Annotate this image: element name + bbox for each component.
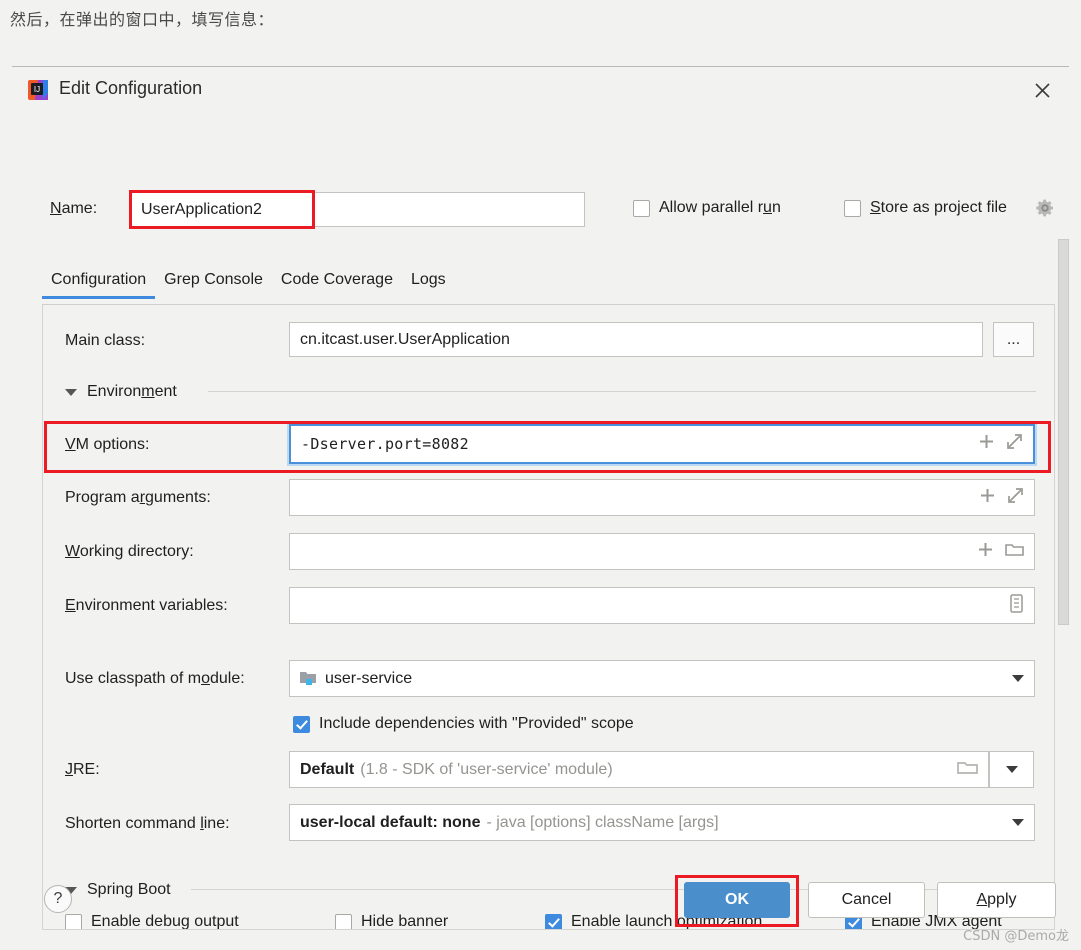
watermark: CSDN @Demo龙 — [963, 929, 1069, 944]
allow-parallel-run-label: Allow parallel run — [659, 199, 781, 216]
dialog-titlebar: IJ Edit Configuration — [12, 67, 1069, 113]
spring-boot-section-header[interactable]: Spring Boot — [65, 881, 171, 899]
jre-value-detail: (1.8 - SDK of 'user-service' module) — [360, 760, 613, 778]
working-directory-label: Working directory: — [65, 543, 194, 560]
shorten-command-line-label: Shorten command line: — [65, 815, 230, 832]
include-dependencies-label: Include dependencies with "Provided" sco… — [319, 715, 634, 732]
checkbox-box — [844, 199, 861, 217]
close-icon[interactable] — [1029, 77, 1055, 103]
shorten-command-line-value: user-local default: none — [300, 813, 481, 831]
environment-section-label: Environment — [87, 383, 177, 400]
tab-configuration[interactable]: Configuration — [42, 271, 156, 299]
chevron-down-icon — [65, 388, 77, 396]
dialog-tabs: Configuration Grep Console Code Coverage… — [42, 271, 1055, 305]
jre-icons — [957, 759, 978, 781]
panel-scrollbar-thumb[interactable] — [1058, 239, 1069, 625]
enable-debug-output-label: Enable debug output — [91, 913, 239, 930]
program-arguments-label: Program arguments: — [65, 489, 211, 506]
expand-icon[interactable] — [1007, 487, 1024, 509]
chevron-down-icon — [1005, 766, 1018, 773]
configuration-panel: Main class: cn.itcast.user.UserApplicati… — [42, 305, 1055, 930]
program-arguments-icons — [979, 487, 1024, 509]
environment-section-header[interactable]: Environment — [65, 383, 177, 401]
tab-code-coverage[interactable]: Code Coverage — [272, 271, 402, 298]
hide-banner-checkbox[interactable]: Hide banner — [335, 913, 449, 930]
expand-icon[interactable] — [1006, 433, 1023, 455]
instruction-caption: 然后，在弹出的窗口中，填写信息： — [10, 10, 275, 29]
vm-options-label: VM options: — [65, 436, 150, 453]
plus-icon[interactable] — [979, 487, 996, 509]
main-class-browse-button[interactable]: ... — [993, 322, 1034, 357]
name-label: Name: — [50, 200, 98, 217]
vm-options-input[interactable]: -Dserver.port=8082 — [289, 424, 1035, 464]
environment-variables-input[interactable] — [289, 587, 1035, 624]
spring-boot-section-label: Spring Boot — [87, 881, 171, 898]
use-classpath-value: user-service — [325, 669, 413, 687]
screenshot-root: 然后，在弹出的窗口中，填写信息： IJ Edit Configuration N… — [0, 0, 1081, 950]
edit-configuration-dialog: IJ Edit Configuration Name: UserApplicat… — [12, 66, 1070, 934]
folder-icon[interactable] — [957, 759, 978, 781]
shorten-command-line-detail: - java [options] className [args] — [486, 813, 719, 831]
enable-debug-output-checkbox[interactable]: Enable debug output — [65, 913, 239, 930]
dialog-title: Edit Configuration — [59, 78, 203, 98]
shorten-command-line-combobox[interactable]: user-local default: none - java [options… — [289, 804, 1035, 841]
name-input[interactable]: UserApplication2 — [130, 192, 585, 227]
store-as-project-file-label: Store as project file — [870, 199, 1007, 216]
hide-banner-label: Hide banner — [361, 913, 449, 930]
help-button[interactable]: ? — [44, 885, 72, 913]
main-class-label: Main class: — [65, 332, 146, 349]
program-arguments-input[interactable] — [289, 479, 1035, 516]
list-editor-icon[interactable] — [1009, 593, 1024, 618]
jre-dropdown-button[interactable] — [989, 751, 1034, 788]
main-class-value: cn.itcast.user.UserApplication — [300, 330, 510, 348]
jre-value: Default — [300, 760, 355, 778]
intellij-idea-icon: IJ — [27, 79, 49, 101]
plus-icon[interactable] — [978, 433, 995, 455]
jre-label: JRE: — [65, 761, 100, 778]
include-dependencies-checkbox[interactable]: Include dependencies with "Provided" sco… — [293, 715, 634, 733]
use-classpath-label: Use classpath of module: — [65, 670, 245, 687]
tab-grep-console[interactable]: Grep Console — [155, 271, 272, 298]
environment-variables-icons — [1009, 593, 1024, 618]
section-divider — [208, 391, 1036, 392]
plus-icon[interactable] — [977, 541, 994, 563]
vm-options-value: -Dserver.port=8082 — [301, 435, 469, 453]
chevron-down-icon — [1012, 819, 1024, 826]
apply-button[interactable]: Apply — [937, 882, 1056, 918]
jre-input[interactable]: Default (1.8 - SDK of 'user-service' mod… — [289, 751, 989, 788]
checkbox-box — [293, 715, 310, 733]
tab-logs[interactable]: Logs — [402, 271, 455, 298]
vm-options-icons — [978, 433, 1023, 455]
svg-text:IJ: IJ — [34, 85, 40, 94]
folder-icon[interactable] — [1005, 541, 1024, 563]
cancel-button[interactable]: Cancel — [808, 882, 925, 918]
use-classpath-combobox[interactable]: user-service — [289, 660, 1035, 697]
ok-button[interactable]: OK — [684, 882, 790, 918]
main-class-input[interactable]: cn.itcast.user.UserApplication — [289, 322, 983, 357]
checkbox-box — [65, 913, 82, 929]
working-directory-input[interactable] — [289, 533, 1035, 570]
working-directory-icons — [977, 541, 1024, 563]
checkbox-box — [335, 913, 352, 929]
chevron-down-icon — [1012, 675, 1024, 682]
checkbox-box — [545, 913, 562, 929]
store-as-project-file-checkbox[interactable]: Store as project file — [844, 199, 1007, 217]
allow-parallel-run-checkbox[interactable]: Allow parallel run — [633, 199, 781, 217]
name-input-value: UserApplication2 — [141, 200, 262, 218]
gear-icon[interactable] — [1034, 197, 1056, 219]
environment-variables-label: Environment variables: — [65, 597, 228, 614]
module-folder-icon — [300, 671, 317, 686]
checkbox-box — [633, 199, 650, 217]
